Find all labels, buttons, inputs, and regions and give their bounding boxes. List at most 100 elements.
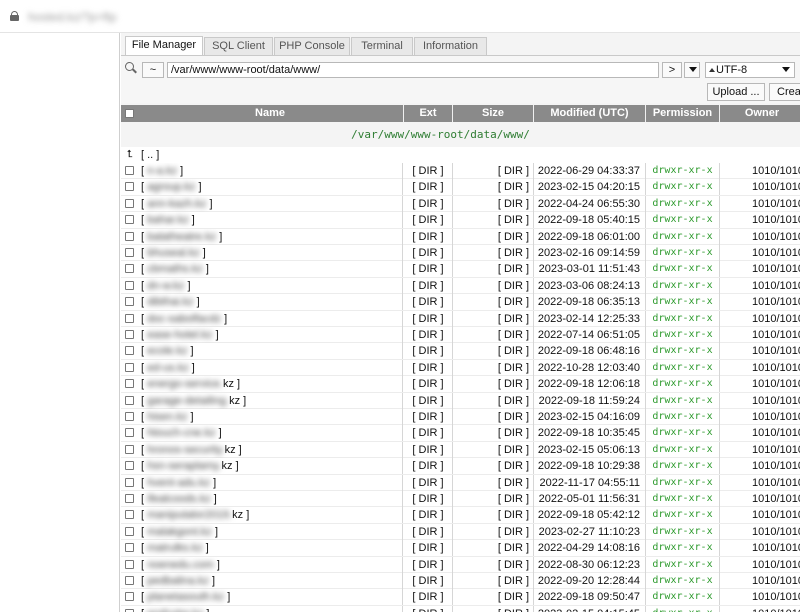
row-checkbox[interactable] [125,526,134,536]
table-row[interactable]: [ garage-detailing.kz ][ DIR ][ DIR ] 202… [121,392,800,409]
table-row[interactable]: [ agroup.kz ][ DIR ][ DIR ] 2023-02-15 04… [121,179,800,196]
file-owner[interactable]: 1010/1010 [720,245,800,261]
file-permission[interactable]: drwxr-xr-x [646,441,720,458]
table-row[interactable]: [ dn-w.kz ][ DIR ][ DIR ] 2023-03-06 08:2… [121,277,800,295]
upload-button[interactable]: Upload ... [707,83,765,101]
table-row[interactable]: [ maniputalor2019.kz ][ DIR ][ DIR ] 2022… [121,507,800,524]
file-owner[interactable]: 1010/1010 [720,589,800,605]
table-row[interactable]: [ ann-kazh.kz ][ DIR ][ DIR ] 2022-04-24 … [121,195,800,213]
file-owner[interactable]: 1010/1010 [720,212,800,228]
table-row[interactable]: [ doc-sabolfacdz ][ DIR ][ DIR ] 2023-02-… [121,310,800,327]
file-owner[interactable]: 1010/1010 [720,606,800,612]
file-owner[interactable]: 1010/1010 [720,229,800,245]
row-checkbox[interactable] [125,182,134,192]
file-name[interactable]: [ htouch-cne.kz ] [137,425,403,442]
history-dropdown-button[interactable] [684,62,700,78]
file-owner[interactable]: 1010/1010 [720,573,800,589]
create-button[interactable]: Creat [769,83,800,101]
row-checkbox[interactable] [125,477,134,487]
file-owner[interactable]: 1010/1010 [720,475,800,491]
file-name[interactable]: [ hsn-seraplamy.kz ] [137,458,403,475]
table-row[interactable]: [ noenedu.com ][ DIR ][ DIR ] 2022-08-30 … [121,556,800,573]
file-permission[interactable]: drwxr-xr-x [646,261,720,278]
file-name[interactable]: [ hisen.kz ] [137,409,403,425]
file-name[interactable]: [ balatheatre.kz ] [137,228,403,245]
row-checkbox[interactable] [125,264,134,274]
file-owner[interactable]: 1010/1010 [720,458,800,474]
row-checkbox[interactable] [125,248,134,257]
file-permission[interactable]: drwxr-xr-x [646,376,720,393]
file-name[interactable]: [ cbmaths.kz ] [137,261,403,278]
file-owner[interactable]: 1010/1010 [720,179,800,195]
table-row[interactable]: [ n-a.kz ][ DIR ][ DIR ] 2022-06-29 04:33… [121,163,800,180]
file-permission[interactable]: drwxr-xr-x [646,540,720,557]
file-owner[interactable]: 1010/1010 [720,163,800,179]
file-permission[interactable]: drwxr-xr-x [646,163,720,179]
header-name[interactable]: Name [137,105,404,122]
file-owner[interactable]: 1010/1010 [720,540,800,556]
file-permission[interactable]: drwxr-xr-x [646,212,720,229]
tab-terminal[interactable]: Terminal [351,37,413,55]
table-row[interactable]: [ hsn-seraplamy.kz ][ DIR ][ DIR ] 2022-0… [121,458,800,475]
file-permission[interactable]: drwxr-xr-x [646,605,720,612]
parent-dir-row[interactable]: ⮤ [ .. ] [121,147,800,163]
table-row[interactable]: [ ed-us.kz ][ DIR ][ DIR ] 2022-10-28 12:… [121,359,800,377]
file-owner[interactable]: 1010/1010 [720,425,800,441]
file-name[interactable]: [ ifealcoods.kz ] [137,491,403,507]
file-permission[interactable]: drwxr-xr-x [646,343,720,360]
file-owner[interactable]: 1010/1010 [720,557,800,573]
path-input[interactable]: /var/www/www-root/data/www/ [167,62,659,78]
file-name[interactable]: [ pedbalina.kz ] [137,573,403,589]
tab-information[interactable]: Information [414,37,487,55]
file-permission[interactable]: drwxr-xr-x [646,409,720,425]
file-name[interactable]: [ dn-w.kz ] [137,277,403,294]
table-row[interactable]: [ bhuseal.kz ][ DIR ][ DIR ] 2023-02-16 0… [121,245,800,262]
file-name[interactable]: [ maniputalor2019.kz ] [137,507,403,524]
tab-php-console[interactable]: PHP Console [274,37,350,55]
row-checkbox[interactable] [125,559,134,569]
file-owner[interactable]: 1010/1010 [720,327,800,343]
file-name[interactable]: [ bahar.kz ] [137,212,403,229]
file-owner[interactable]: 1010/1010 [720,311,800,327]
file-name[interactable]: [ agroup.kz ] [137,179,403,196]
row-checkbox[interactable] [125,461,134,471]
table-row[interactable]: [ energo-service.kz ][ DIR ][ DIR ] 2022-… [121,376,800,393]
file-permission[interactable]: drwxr-xr-x [646,327,720,343]
file-permission[interactable]: drwxr-xr-x [646,523,720,540]
file-name[interactable]: [ dibthai.kz ] [137,294,403,311]
file-owner[interactable]: 1010/1010 [720,491,800,507]
file-permission[interactable]: drwxr-xr-x [646,458,720,475]
file-name[interactable]: [ doc-sabolfacdz ] [137,310,403,327]
row-checkbox[interactable] [125,412,134,421]
file-permission[interactable]: drwxr-xr-x [646,556,720,573]
file-permission[interactable]: drwxr-xr-x [646,573,720,589]
row-checkbox[interactable] [125,280,134,290]
file-permission[interactable]: drwxr-xr-x [646,195,720,212]
file-name[interactable]: [ hvent-adu.kz ] [137,474,403,491]
row-checkbox[interactable] [125,166,134,175]
row-checkbox[interactable] [125,313,134,323]
file-owner[interactable]: 1010/1010 [720,294,800,310]
header-modified[interactable]: Modified (UTC) [534,105,646,122]
file-owner[interactable]: 1010/1010 [720,507,800,523]
table-row[interactable]: [ ifealcoods.kz ][ DIR ][ DIR ] 2022-05-0… [121,491,800,508]
file-name[interactable]: [ ecole.kz ] [137,343,403,360]
file-name[interactable]: [ hronos-security.kz ] [137,441,403,458]
table-row[interactable]: [ ecole.kz ][ DIR ][ DIR ] 2022-09-18 06:… [121,343,800,360]
home-button[interactable]: ~ [142,62,164,78]
search-icon[interactable] [125,62,137,74]
file-owner[interactable]: 1010/1010 [720,376,800,392]
table-row[interactable]: [ ease-hotel.kz ][ DIR ][ DIR ] 2022-07-1… [121,327,800,344]
row-checkbox[interactable] [125,346,134,356]
file-name[interactable]: [ planetasouth.kz ] [137,589,403,606]
file-permission[interactable]: drwxr-xr-x [646,474,720,491]
file-name[interactable]: [ garage-detailing.kz ] [137,392,403,409]
file-name[interactable]: [ noenedu.com ] [137,556,403,573]
select-all-checkbox[interactable] [125,109,134,118]
row-checkbox[interactable] [125,576,134,585]
row-checkbox[interactable] [125,198,134,208]
file-owner[interactable]: 1010/1010 [720,524,800,540]
row-checkbox[interactable] [125,231,134,241]
header-permission[interactable]: Permission [646,105,720,122]
file-owner[interactable]: 1010/1010 [720,360,800,376]
